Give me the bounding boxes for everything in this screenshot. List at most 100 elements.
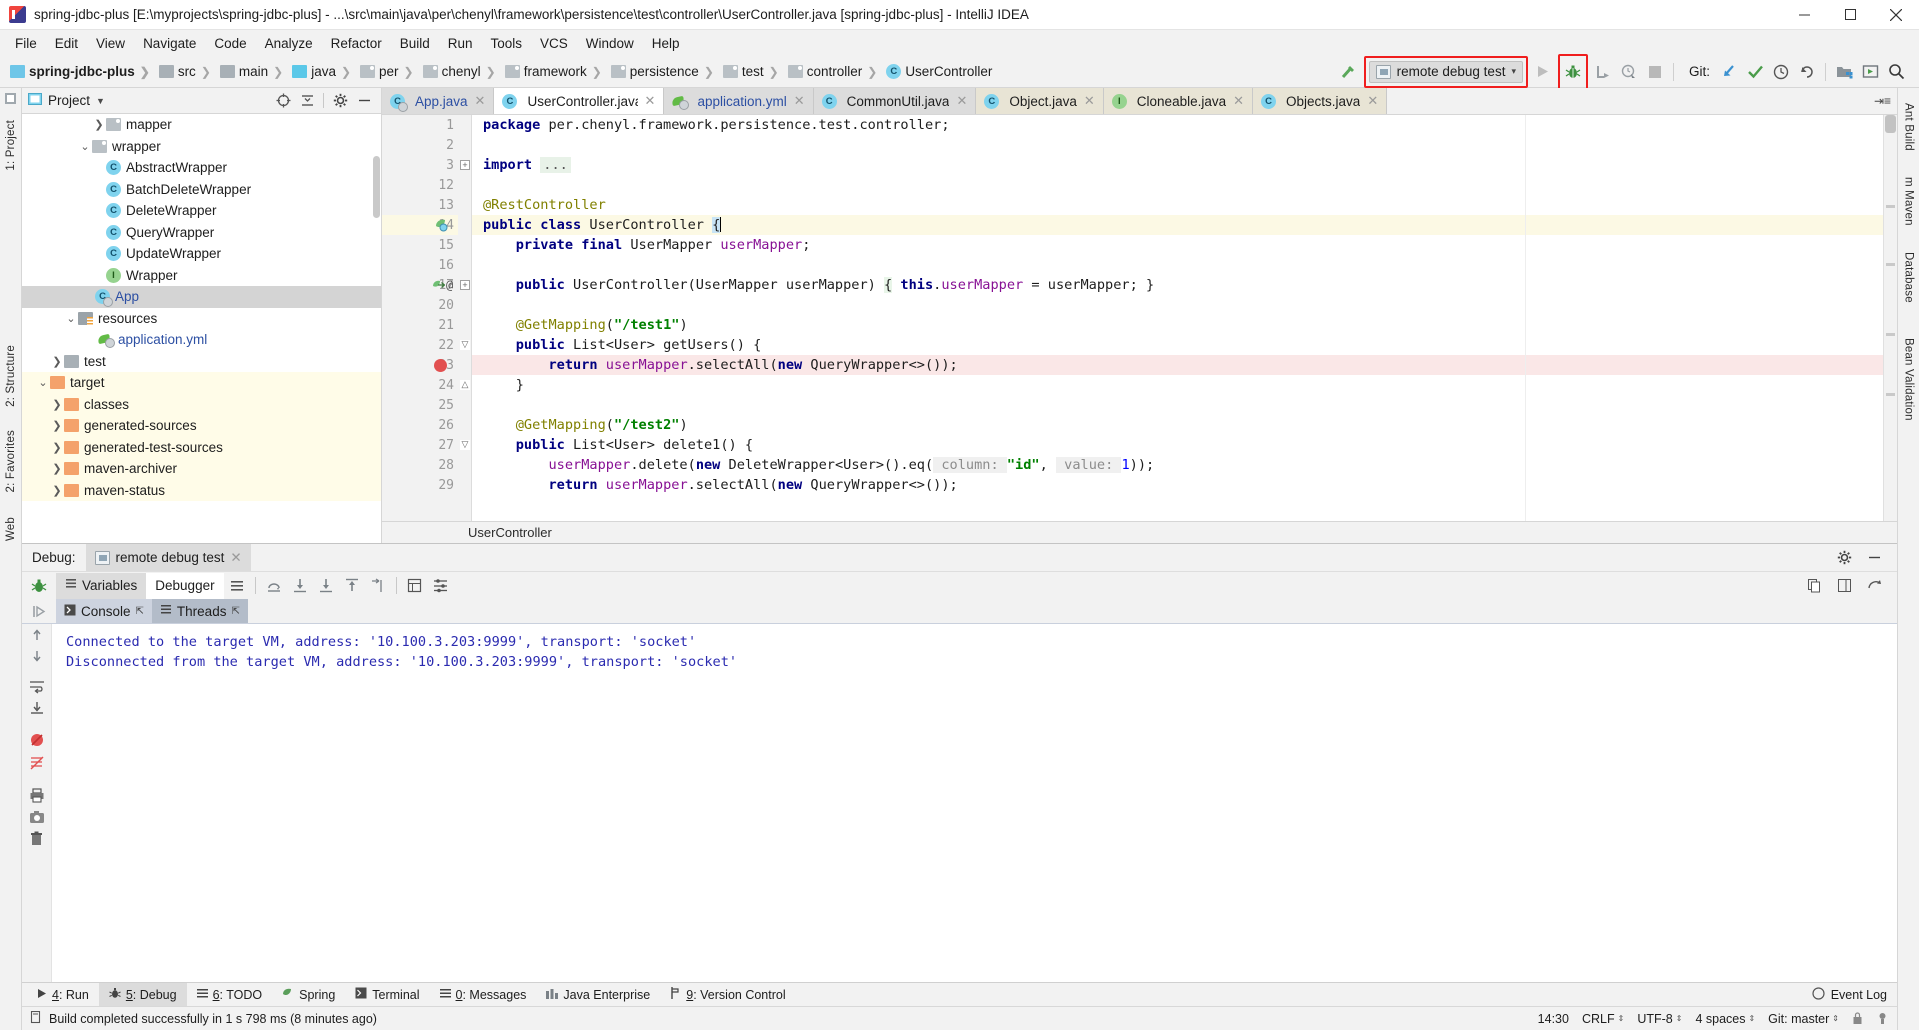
stop-button[interactable] (1642, 59, 1668, 85)
menu-edit[interactable]: Edit (46, 33, 87, 54)
menu-refactor[interactable]: Refactor (322, 33, 391, 54)
frames-list-icon[interactable] (224, 573, 250, 599)
project-tree[interactable]: ❯ mapper ⌄ wrapper C AbstractWrapper C B… (22, 114, 381, 543)
debug-session-tab[interactable]: remote debug test ✕ (85, 544, 251, 571)
tree-node-maven-archiver[interactable]: ❯ maven-archiver (22, 458, 381, 480)
run-button[interactable] (1530, 59, 1556, 85)
chevron-right-icon[interactable]: ❯ (50, 355, 64, 368)
gear-icon[interactable] (1831, 545, 1857, 571)
breadcrumb-item-src[interactable]: src ❯ (157, 64, 218, 79)
chevron-down-icon[interactable]: ▼ (96, 96, 105, 106)
soft-wrap-icon[interactable] (29, 680, 45, 697)
breadcrumb-item-main[interactable]: main ❯ (218, 64, 290, 79)
git-rollback-icon[interactable] (1794, 59, 1820, 85)
tab-usercontroller-java[interactable]: C UserController.java ✕ (494, 88, 665, 114)
chevron-right-icon[interactable]: ❯ (50, 441, 64, 454)
clear-all-icon[interactable] (29, 755, 45, 774)
profiler-icon[interactable] (1616, 59, 1642, 85)
fold-collapse-icon[interactable]: ▽ (460, 440, 470, 450)
run-with-coverage-icon[interactable] (1590, 59, 1616, 85)
status-indent[interactable]: 4 spaces ⇕ (1695, 1012, 1755, 1026)
toolwindow-java-enterprise[interactable]: Java Enterprise (536, 983, 660, 1007)
fold-expand-icon[interactable]: + (460, 280, 470, 290)
tree-node-target[interactable]: ⌄ target (22, 372, 381, 394)
stripe-scrollbar-thumb[interactable] (1885, 115, 1896, 133)
search-everywhere-icon[interactable] (1883, 59, 1909, 85)
toolwindow-run[interactable]: 4: Run (26, 983, 99, 1007)
console-output-area[interactable]: Connected to the target VM, address: '10… (22, 623, 1897, 982)
breadcrumb-item-test[interactable]: test ❯ (721, 64, 786, 79)
tree-node-wrapper[interactable]: ⌄ wrapper (22, 136, 381, 158)
copy-layout-icon[interactable] (1801, 573, 1827, 599)
toolwindow-debug[interactable]: 5: Debug (98, 982, 187, 1007)
tree-node-updatewrapper[interactable]: C UpdateWrapper (22, 243, 381, 265)
breadcrumb-item-chenyl[interactable]: chenyl ❯ (421, 64, 503, 79)
git-history-icon[interactable] (1768, 59, 1794, 85)
fold-collapse-icon[interactable]: ▽ (460, 340, 470, 350)
sidebar-tab-web[interactable]: Web (3, 510, 19, 548)
code-editor[interactable]: 1 2 3 12 13 14 15 (382, 115, 1897, 521)
gear-icon[interactable] (329, 90, 351, 112)
tree-node-generated-test-sources[interactable]: ❯ generated-test-sources (22, 436, 381, 458)
breadcrumb-item-java[interactable]: java ❯ (290, 64, 358, 79)
print-icon[interactable] (29, 788, 45, 806)
tab-object-java[interactable]: C Object.java ✕ (976, 88, 1104, 114)
hide-panel-icon[interactable] (353, 90, 375, 112)
close-icon[interactable]: ✕ (956, 93, 967, 109)
tab-objects-java[interactable]: C Objects.java ✕ (1253, 88, 1388, 114)
editor-fold-column[interactable]: + + ▽ △ ▽ (458, 115, 472, 521)
menu-navigate[interactable]: Navigate (134, 33, 205, 54)
step-into-icon[interactable] (287, 573, 313, 599)
toolwindow-spring[interactable]: Spring (272, 983, 345, 1007)
run-to-cursor-icon[interactable] (365, 573, 391, 599)
chevron-right-icon[interactable]: ❯ (50, 419, 64, 432)
pin-icon[interactable]: ⇱ (136, 606, 144, 617)
close-icon[interactable]: ✕ (645, 93, 656, 109)
trash-icon[interactable] (29, 831, 44, 849)
help-arrow-icon[interactable] (1861, 573, 1887, 599)
scroll-down-icon[interactable] (30, 649, 44, 666)
event-log-button[interactable]: Event Log (1812, 986, 1897, 1003)
tree-node-abstractwrapper[interactable]: C AbstractWrapper (22, 157, 381, 179)
chevron-right-icon[interactable]: ❯ (50, 398, 64, 411)
chevron-down-icon[interactable]: ⌄ (36, 376, 50, 389)
scroll-up-icon[interactable] (30, 628, 44, 645)
step-over-icon[interactable] (261, 573, 287, 599)
tree-node-querywrapper[interactable]: C QueryWrapper (22, 222, 381, 244)
project-structure-icon[interactable] (1831, 59, 1857, 85)
fold-collapse-end-icon[interactable]: △ (460, 380, 470, 390)
evaluate-expression-icon[interactable] (402, 573, 428, 599)
chevron-right-icon[interactable]: ❯ (92, 118, 106, 131)
toolwindow-terminal[interactable]: Terminal (345, 983, 429, 1007)
tab-commonutil-java[interactable]: C CommonUtil.java ✕ (813, 88, 977, 114)
chevron-right-icon[interactable]: ❯ (50, 484, 64, 497)
pin-icon[interactable]: ⇱ (231, 606, 239, 617)
menu-help[interactable]: Help (643, 33, 689, 54)
hide-panel-icon[interactable] (1861, 545, 1887, 571)
tree-node-app[interactable]: C App (22, 286, 381, 308)
mute-breakpoints-icon[interactable] (29, 732, 45, 751)
close-icon[interactable]: ✕ (1084, 93, 1095, 109)
step-out-icon[interactable] (339, 573, 365, 599)
status-git-branch[interactable]: Git: master ⇕ (1768, 1012, 1839, 1026)
chevron-down-icon[interactable]: ⌄ (64, 312, 78, 325)
menu-window[interactable]: Window (577, 33, 643, 54)
git-commit-icon[interactable] (1742, 59, 1768, 85)
tab-console[interactable]: Console ⇱ (56, 599, 152, 623)
collapse-all-icon[interactable] (296, 90, 318, 112)
status-encoding[interactable]: UTF-8 ⇕ (1637, 1012, 1682, 1026)
breadcrumb-item-usercontroller[interactable]: C UserController (884, 64, 994, 79)
settings-screen-icon[interactable] (1857, 59, 1883, 85)
toolwindow-version-control[interactable]: 9: Version Control (660, 983, 795, 1007)
fold-expand-icon[interactable]: + (460, 160, 470, 170)
hammer-build-icon[interactable] (1336, 59, 1362, 85)
menu-run[interactable]: Run (439, 33, 482, 54)
code-text[interactable]: package per.chenyl.framework.persistence… (472, 115, 1883, 521)
tree-node-maven-status[interactable]: ❯ maven-status (22, 479, 381, 501)
toolwindow-messages[interactable]: 0: Messages (430, 983, 537, 1007)
editor-error-stripe[interactable] (1883, 115, 1897, 521)
breadcrumb-item-project[interactable]: spring-jdbc-plus ❯ (8, 64, 157, 79)
tree-node-application-yml[interactable]: application.yml (22, 329, 381, 351)
tree-node-batchdeletewrapper[interactable]: C BatchDeleteWrapper (22, 179, 381, 201)
close-icon[interactable]: ✕ (1233, 93, 1244, 109)
